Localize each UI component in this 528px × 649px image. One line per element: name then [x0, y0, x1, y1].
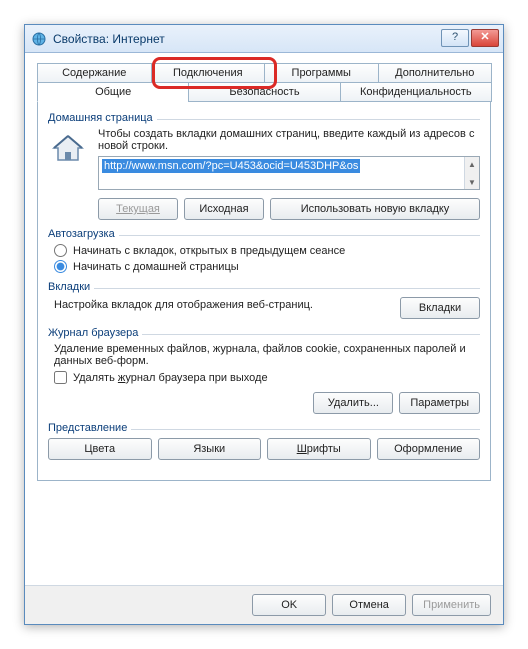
fonts-button[interactable]: Шрифты	[267, 438, 371, 460]
tab-connections[interactable]: Подключения	[151, 63, 266, 83]
scroll-down-icon[interactable]: ▼	[465, 175, 479, 189]
group-history: Журнал браузера Удаление временных файло…	[48, 327, 480, 414]
radio-input[interactable]	[54, 260, 67, 273]
languages-button[interactable]: Языки	[158, 438, 262, 460]
radio-label: Начинать с домашней страницы	[73, 261, 239, 273]
tab-panel-general: Домашняя страница Чтобы создать вкладки …	[37, 102, 491, 481]
group-tabs: Вкладки Настройка вкладок для отображени…	[48, 281, 480, 319]
help-button[interactable]: ?	[441, 29, 469, 47]
tab-privacy[interactable]: Конфиденциальность	[340, 82, 492, 102]
use-default-button[interactable]: Исходная	[184, 198, 264, 220]
tabs-settings-button[interactable]: Вкладки	[400, 297, 480, 319]
radio-input[interactable]	[54, 244, 67, 257]
group-label: Представление	[48, 422, 131, 434]
history-description: Удаление временных файлов, журнала, файл…	[54, 343, 480, 367]
apply-button[interactable]: Применить	[412, 594, 491, 616]
group-label: Вкладки	[48, 281, 94, 293]
tabs-description: Настройка вкладок для отображения веб-ст…	[54, 299, 313, 311]
tab-content[interactable]: Содержание	[37, 63, 152, 83]
tab-general[interactable]: Общие	[37, 82, 189, 102]
homepage-hint: Чтобы создать вкладки домашних страниц, …	[98, 128, 480, 152]
homepage-textarea[interactable]: http://www.msn.com/?pc=U453&ocid=U453DHP…	[98, 156, 480, 190]
delete-on-exit-checkbox[interactable]: Удалять журнал браузера при выходе	[54, 371, 480, 384]
group-homepage: Домашняя страница Чтобы создать вкладки …	[48, 112, 480, 220]
use-newtab-button[interactable]: Использовать новую вкладку	[270, 198, 480, 220]
ok-button[interactable]: OK	[252, 594, 326, 616]
history-params-button[interactable]: Параметры	[399, 392, 480, 414]
group-label: Автозагрузка	[48, 228, 119, 240]
colors-button[interactable]: Цвета	[48, 438, 152, 460]
homepage-url-value: http://www.msn.com/?pc=U453&ocid=U453DHP…	[102, 159, 360, 173]
cancel-button[interactable]: Отмена	[332, 594, 406, 616]
group-appearance: Представление Цвета Языки Шрифты Оформле…	[48, 422, 480, 460]
titlebar[interactable]: Свойства: Интернет ? ✕	[25, 25, 503, 53]
group-label: Домашняя страница	[48, 112, 157, 124]
scrollbar[interactable]: ▲ ▼	[464, 157, 479, 189]
dialog-window: Свойства: Интернет ? ✕ Содержание Подклю…	[24, 24, 504, 625]
accessibility-button[interactable]: Оформление	[377, 438, 481, 460]
group-label: Журнал браузера	[48, 327, 142, 339]
tab-advanced[interactable]: Дополнительно	[378, 63, 493, 83]
dialog-footer: OK Отмена Применить	[25, 585, 503, 624]
use-current-button[interactable]: Текущая	[98, 198, 178, 220]
internet-options-icon	[31, 31, 47, 47]
scroll-up-icon[interactable]: ▲	[465, 157, 479, 171]
home-icon	[48, 128, 88, 168]
window-title: Свойства: Интернет	[53, 32, 441, 46]
checkbox-label: Удалять журнал браузера при выходе	[73, 372, 268, 384]
tab-strip: Содержание Подключения Программы Дополни…	[37, 63, 491, 103]
tab-programs[interactable]: Программы	[264, 63, 379, 83]
tab-security[interactable]: Безопасность	[188, 82, 340, 102]
radio-label: Начинать с вкладок, открытых в предыдуще…	[73, 245, 345, 257]
divider	[48, 288, 480, 289]
delete-history-button[interactable]: Удалить...	[313, 392, 393, 414]
close-button[interactable]: ✕	[471, 29, 499, 47]
group-startup: Автозагрузка Начинать с вкладок, открыты…	[48, 228, 480, 273]
radio-start-tabs[interactable]: Начинать с вкладок, открытых в предыдуще…	[54, 244, 480, 257]
checkbox-input[interactable]	[54, 371, 67, 384]
radio-start-home[interactable]: Начинать с домашней страницы	[54, 260, 480, 273]
